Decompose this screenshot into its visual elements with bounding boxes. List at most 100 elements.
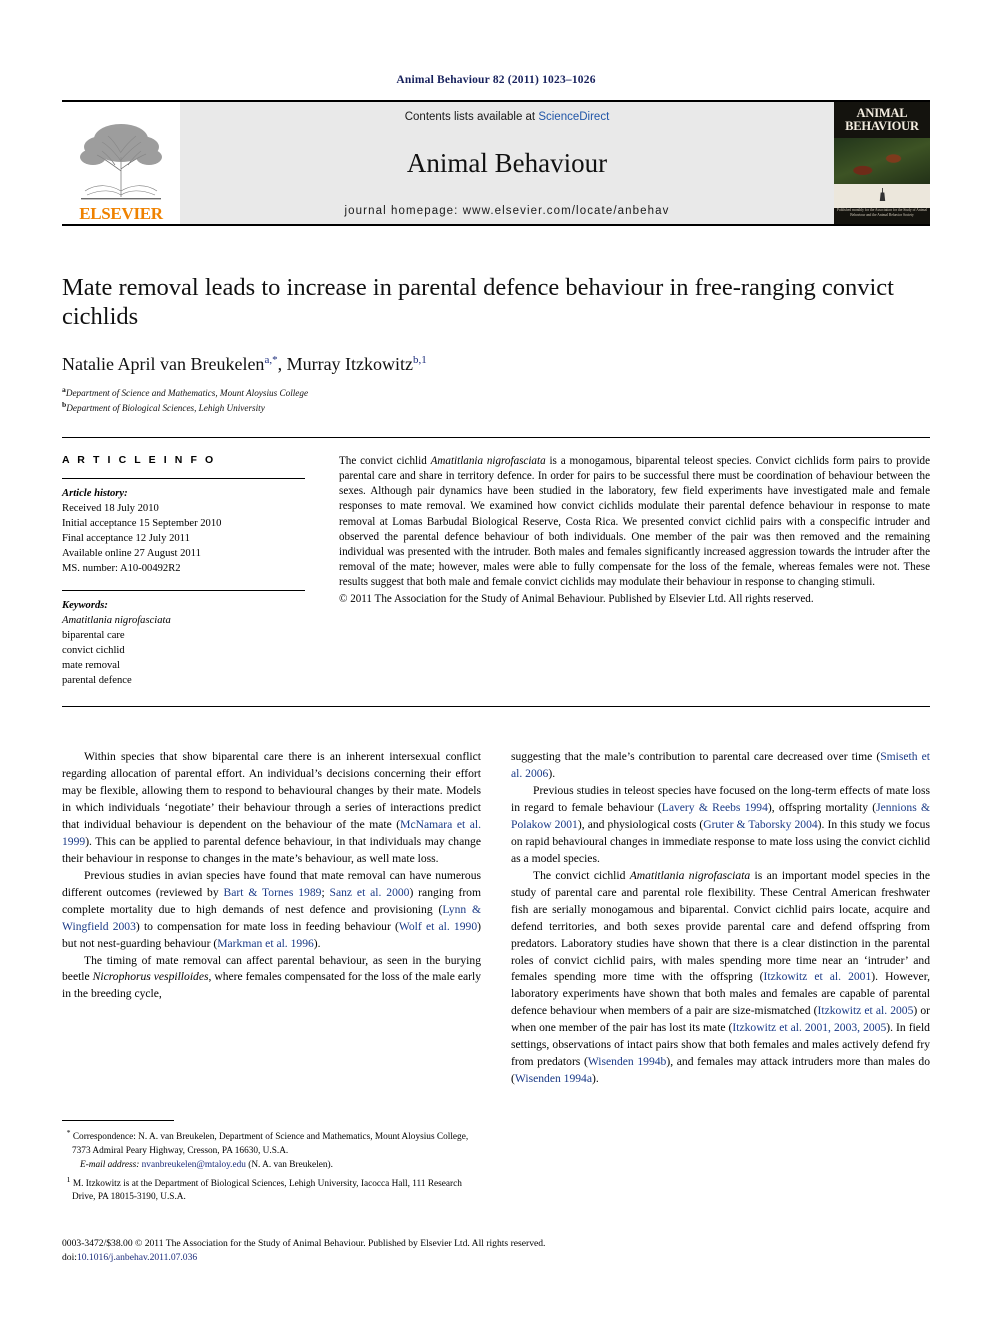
abstract-text-b: is a monogamous, biparental teleost spec… xyxy=(339,455,931,589)
article-info-rule-top xyxy=(62,478,305,480)
elsevier-logo: ELSEVIER xyxy=(62,102,180,224)
keyword-item: biparental care xyxy=(62,630,125,642)
article-info-block: A R T I C L E I N F O Article history: R… xyxy=(62,454,327,688)
keyword-item: parental defence xyxy=(62,675,132,687)
email-owner: (N. A. van Breukelen). xyxy=(248,1160,333,1171)
email-label: E-mail address: xyxy=(80,1160,140,1171)
text: suggesting that the male’s contribution … xyxy=(511,750,881,764)
text: ). xyxy=(313,936,321,950)
page-title: Mate removal leads to increase in parent… xyxy=(62,274,894,330)
author-2-marks: b,1 xyxy=(413,353,427,366)
elsevier-tree-icon xyxy=(80,124,162,200)
citation-link[interactable]: Itzkowitz et al. 2001 xyxy=(764,970,872,983)
footnote-rule xyxy=(62,1120,174,1121)
issn-line: 0003-3472/$38.00 © 2011 The Association … xyxy=(62,1238,546,1250)
history-item: MS. number: A10-00492R2 xyxy=(62,563,181,575)
body-column-left: Within species that show biparental care… xyxy=(62,749,481,1087)
affiliation-a-text: Department of Science and Mathematics, M… xyxy=(65,387,309,398)
citation-link[interactable]: Markman et al. 1996 xyxy=(217,937,314,950)
doi-link[interactable]: 10.1016/j.anbehav.2011.07.036 xyxy=(77,1252,197,1263)
history-item: Initial acceptance 15 September 2010 xyxy=(62,518,222,530)
contents-text: Contents lists available at xyxy=(404,111,539,123)
footnote-note-1: 1 M. Itzkowitz is at the Department of B… xyxy=(62,1174,480,1205)
journal-homepage-link[interactable]: journal homepage: www.elsevier.com/locat… xyxy=(345,205,670,217)
citation-link[interactable]: Lavery & Reebs 1994 xyxy=(662,801,768,814)
journal-banner: Contents lists available at ScienceDirec… xyxy=(180,102,834,224)
citation-link[interactable]: Itzkowitz et al. 2001, 2003, 2005 xyxy=(732,1021,886,1034)
text: ). xyxy=(592,1071,599,1085)
citation-link[interactable]: Wisenden 1994a xyxy=(515,1072,592,1085)
info-abstract-row: A R T I C L E I N F O Article history: R… xyxy=(62,454,930,688)
doi-label: doi: xyxy=(62,1252,77,1264)
text: ; xyxy=(321,885,330,899)
text: The convict cichlid xyxy=(533,868,630,882)
footnote-correspondence-mark: * xyxy=(66,1128,71,1137)
abstract-block: The convict cichlid Amatitlania nigrofas… xyxy=(327,454,930,688)
sciencedirect-link[interactable]: ScienceDirect xyxy=(538,111,609,123)
author-1-marks: a,* xyxy=(264,353,278,366)
abstract-bottom-rule xyxy=(62,706,930,708)
body-columns: Within species that show biparental care… xyxy=(62,749,930,1087)
paper-page: Animal Behaviour 82 (2011) 1023–1026 ELS… xyxy=(0,0,992,1323)
text: ). This can be applied to parental defen… xyxy=(62,835,481,865)
species-name: Amatitlania nigrofasciata xyxy=(629,868,751,882)
footnote-correspondence: * Correspondence: N. A. van Breukelen, D… xyxy=(62,1127,480,1158)
keywords-label: Keywords: xyxy=(62,600,108,612)
citation-link[interactable]: Wolf et al. 1990 xyxy=(399,920,477,933)
keyword-item: convict cichlid xyxy=(62,645,125,657)
email-link[interactable]: nvanbreukelen@mtaloy.edu xyxy=(142,1160,246,1170)
article-info-rule-mid xyxy=(62,590,305,592)
history-item: Received 18 July 2010 xyxy=(62,503,159,515)
abstract-copyright: © 2011 The Association for the Study of … xyxy=(339,593,814,606)
abstract-text-a: The convict cichlid xyxy=(339,455,431,468)
author-2: , Murray Itzkowitz xyxy=(277,353,414,374)
author-1: Natalie April van Breukelen xyxy=(62,353,265,374)
cover-title-line2: BEHAVIOUR xyxy=(845,118,919,133)
text: is an important model species in the stu… xyxy=(511,868,930,984)
citation-link[interactable]: Wisenden 1994b xyxy=(588,1055,667,1068)
cover-footer-text: Published monthly for the Association fo… xyxy=(836,207,928,217)
paragraph: Previous studies in teleost species have… xyxy=(511,783,930,868)
journal-title: Animal Behaviour xyxy=(406,147,608,178)
paragraph: Within species that show biparental care… xyxy=(62,749,481,867)
species-name: Nicrophorus vespilloides xyxy=(92,970,209,984)
cover-title: ANIMAL BEHAVIOUR xyxy=(834,107,930,133)
history-item: Final acceptance 12 July 2011 xyxy=(62,533,190,545)
imprint-block: 0003-3472/$38.00 © 2011 The Association … xyxy=(62,1237,545,1265)
cover-title-line1: ANIMAL xyxy=(856,106,908,120)
footnote-note-1-text: M. Itzkowitz is at the Department of Bio… xyxy=(72,1178,462,1203)
text: ), offspring mortality ( xyxy=(767,801,877,815)
author-list: Natalie April van Breukelena,*, Murray I… xyxy=(62,354,930,375)
article-history-label: Article history: xyxy=(62,488,128,500)
affiliation-a: aDepartment of Science and Mathematics, … xyxy=(62,385,930,400)
running-head: Animal Behaviour 82 (2011) 1023–1026 xyxy=(396,74,596,86)
citation-link[interactable]: Gruter & Taborsky 2004 xyxy=(703,818,817,831)
citation-link[interactable]: Sanz et al. 2000 xyxy=(330,886,410,899)
body-column-right: suggesting that the male’s contribution … xyxy=(511,749,930,1087)
footnotes-block: * Correspondence: N. A. van Breukelen, D… xyxy=(62,1120,480,1206)
article-history: Article history: Received 18 July 2010 I… xyxy=(62,486,305,576)
contents-available-line: Contents lists available at ScienceDirec… xyxy=(405,111,610,123)
text: ), and physiological costs ( xyxy=(577,818,704,832)
keyword-item: Amatitlania nigrofasciata xyxy=(62,615,171,627)
footnote-note-1-mark: 1 xyxy=(66,1174,71,1184)
citation-link[interactable]: Bart & Tornes 1989 xyxy=(224,886,322,899)
article-info-heading: A R T I C L E I N F O xyxy=(62,454,216,467)
keywords-block: Keywords: Amatitlania nigrofasciata bipa… xyxy=(62,598,305,688)
paragraph: The timing of mate removal can affect pa… xyxy=(62,953,481,1004)
footnote-email: E-mail address: nvanbreukelen@mtaloy.edu… xyxy=(62,1159,480,1172)
footnote-correspondence-text: Correspondence: N. A. van Breukelen, Dep… xyxy=(72,1132,469,1156)
journal-masthead: ELSEVIER Contents lists available at Sci… xyxy=(62,100,930,224)
keyword-item: mate removal xyxy=(62,660,120,672)
paragraph: The convict cichlid Amatitlania nigrofas… xyxy=(511,868,930,1088)
history-item: Available online 27 August 2011 xyxy=(62,548,201,560)
affiliations: aDepartment of Science and Mathematics, … xyxy=(62,385,930,415)
abstract-species-name: Amatitlania nigrofasciata xyxy=(430,455,546,468)
affiliation-b: bDepartment of Biological Sciences, Lehi… xyxy=(62,400,930,415)
paragraph: Previous studies in avian species have f… xyxy=(62,868,481,953)
citation-link[interactable]: Itzkowitz et al. 2005 xyxy=(818,1004,914,1017)
affiliation-b-text: Department of Biological Sciences, Lehig… xyxy=(66,403,265,413)
text: ) to compensation for mate loss in feedi… xyxy=(135,919,399,933)
paragraph: suggesting that the male’s contribution … xyxy=(511,749,930,783)
doi-line: doi:10.1016/j.anbehav.2011.07.036 xyxy=(62,1251,545,1265)
